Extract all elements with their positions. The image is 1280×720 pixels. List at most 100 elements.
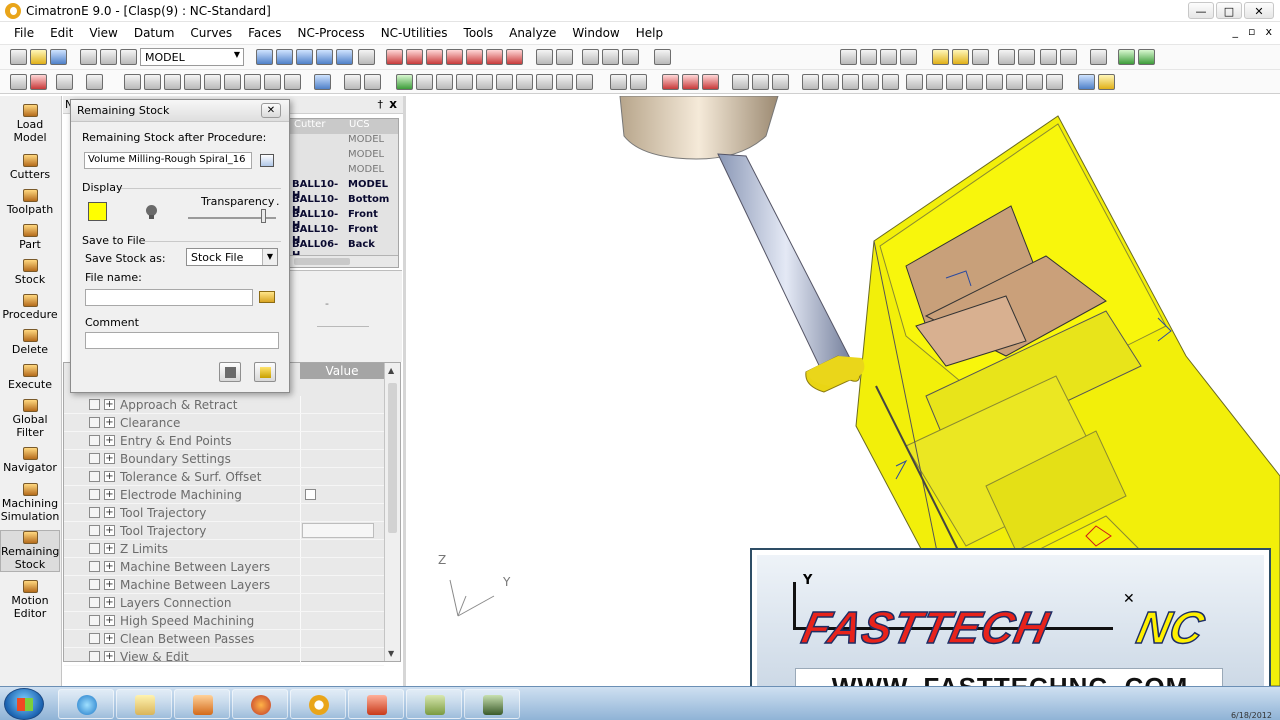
forward-icon[interactable] (1018, 49, 1035, 65)
cube-icon[interactable] (396, 74, 413, 90)
toolpath-view-icon[interactable] (124, 74, 141, 90)
shell-icon[interactable] (556, 74, 573, 90)
expand-icon[interactable]: + (104, 453, 115, 464)
procedure-tree-icon[interactable] (260, 154, 274, 167)
expand-icon[interactable]: + (104, 399, 115, 410)
expand-icon[interactable]: + (104, 615, 115, 626)
table-row[interactable]: BALL10-H Front (288, 209, 398, 231)
view-bottom-icon[interactable] (506, 49, 523, 65)
swap-icon[interactable] (900, 49, 917, 65)
menu-nc-utilities[interactable]: NC-Utilities (373, 26, 456, 40)
pin-icon[interactable]: † (378, 98, 384, 111)
close-button[interactable]: ✕ (1244, 2, 1274, 19)
stock-button[interactable]: Stock (0, 259, 60, 286)
machining-simulation-button[interactable]: Machining Simulation (0, 483, 60, 523)
wireframe-icon[interactable] (556, 49, 573, 65)
path-icon-7[interactable] (264, 74, 281, 90)
menu-edit[interactable]: Edit (42, 26, 81, 40)
blank-icon[interactable] (840, 49, 857, 65)
zoom-all-icon[interactable] (256, 49, 273, 65)
comment-input[interactable] (85, 332, 279, 349)
sketch-icon[interactable] (610, 74, 627, 90)
path-icon-6[interactable] (244, 74, 261, 90)
expand-icon[interactable]: + (104, 597, 115, 608)
view-top-icon[interactable] (406, 49, 423, 65)
menu-faces[interactable]: Faces (240, 26, 289, 40)
execute-button[interactable]: Execute (0, 364, 60, 391)
param-row[interactable]: + Machine Between Layers (64, 576, 384, 594)
toolpath-button[interactable]: Toolpath (0, 189, 60, 216)
line-icon[interactable] (802, 74, 819, 90)
ucs-column-header[interactable]: UCS (343, 119, 398, 134)
table-row[interactable]: BALL06-H Back (288, 239, 398, 261)
value-column-header[interactable]: Value (300, 363, 384, 379)
expand-icon[interactable]: + (104, 633, 115, 644)
param-row[interactable]: + Boundary Settings (64, 450, 384, 468)
param-row[interactable]: + Clean Between Passes (64, 630, 384, 648)
feature-tree-icon[interactable] (1118, 49, 1135, 65)
model-select[interactable]: MODEL ▼ (140, 48, 244, 66)
stock-icon-2[interactable] (682, 74, 699, 90)
tool-trajectory-field[interactable] (302, 523, 374, 538)
save-stock-as-select[interactable]: Stock File ▼ (186, 248, 278, 266)
rectangle-icon[interactable] (456, 74, 473, 90)
minimize-button[interactable]: — (1188, 2, 1214, 19)
light-off-icon[interactable] (972, 49, 989, 65)
drill-icon[interactable] (496, 74, 513, 90)
path-icon-1[interactable] (144, 74, 161, 90)
panel-close-button[interactable]: x (389, 97, 397, 111)
dialog-title-bar[interactable]: Remaining Stock ✕ (71, 100, 289, 122)
silhouette-icon[interactable] (622, 49, 639, 65)
light-on-icon[interactable] (952, 49, 969, 65)
navigator-button[interactable]: Navigator (0, 447, 60, 474)
taskbar-dvd-maker[interactable] (464, 689, 520, 719)
param-row[interactable]: + Tool Trajectory (64, 522, 384, 540)
measure-icon[interactable] (86, 74, 103, 90)
param-row[interactable]: + Machine Between Layers (64, 558, 384, 576)
electrode-machining-checkbox[interactable] (305, 489, 316, 500)
paint-icon[interactable] (1098, 74, 1115, 90)
shaded-icon[interactable] (536, 49, 553, 65)
view-left-icon[interactable] (486, 49, 503, 65)
new-file-icon[interactable] (10, 49, 27, 65)
procedure-button[interactable]: Procedure (0, 294, 60, 321)
browse-folder-icon[interactable] (259, 291, 275, 303)
print-icon[interactable] (80, 49, 97, 65)
procedure-field[interactable]: Volume Milling-Rough Spiral_16 (84, 152, 252, 169)
light-bulb-icon[interactable] (932, 49, 949, 65)
table-row[interactable]: MODEL (288, 134, 398, 149)
offset-icon[interactable] (882, 74, 899, 90)
menu-analyze[interactable]: Analyze (501, 26, 564, 40)
xyz-icon[interactable] (1026, 74, 1043, 90)
path-icon-3[interactable] (184, 74, 201, 90)
doc-minimize-button[interactable]: _ (1233, 25, 1239, 38)
scrollbar-thumb[interactable] (294, 258, 350, 265)
table-row[interactable]: BALL10-H Bottom (288, 194, 398, 216)
stock-color-swatch[interactable] (88, 202, 107, 221)
param-row[interactable]: + Tool Trajectory (64, 504, 384, 522)
view-front-icon[interactable] (426, 49, 443, 65)
menu-help[interactable]: Help (628, 26, 671, 40)
table-row[interactable]: MODEL (288, 149, 398, 164)
part-button[interactable]: Part (0, 224, 60, 251)
table-row[interactable]: BALL10-H MODEL (288, 179, 398, 201)
delete-button[interactable]: Delete (0, 329, 60, 356)
view-iso-icon[interactable] (386, 49, 403, 65)
fillet-icon[interactable] (946, 74, 963, 90)
expand-icon[interactable]: + (104, 561, 115, 572)
taskbar-presentation[interactable] (348, 689, 404, 719)
scrollbar-thumb[interactable] (388, 383, 397, 533)
open-folder-icon[interactable] (30, 49, 47, 65)
taskbar-firefox[interactable] (232, 689, 288, 719)
doc-restore-button[interactable]: ▫ (1248, 25, 1255, 38)
expand-icon[interactable]: + (104, 417, 115, 428)
param-row[interactable]: + High Speed Machining (64, 612, 384, 630)
path-icon-4[interactable] (204, 74, 221, 90)
pan-icon[interactable] (336, 49, 353, 65)
param-row[interactable]: + Entry & End Points (64, 432, 384, 450)
filter-icon[interactable] (1060, 49, 1077, 65)
view-back-icon[interactable] (466, 49, 483, 65)
axis-icon-2[interactable] (752, 74, 769, 90)
cut-icon[interactable] (100, 49, 117, 65)
expand-icon[interactable]: + (104, 525, 115, 536)
